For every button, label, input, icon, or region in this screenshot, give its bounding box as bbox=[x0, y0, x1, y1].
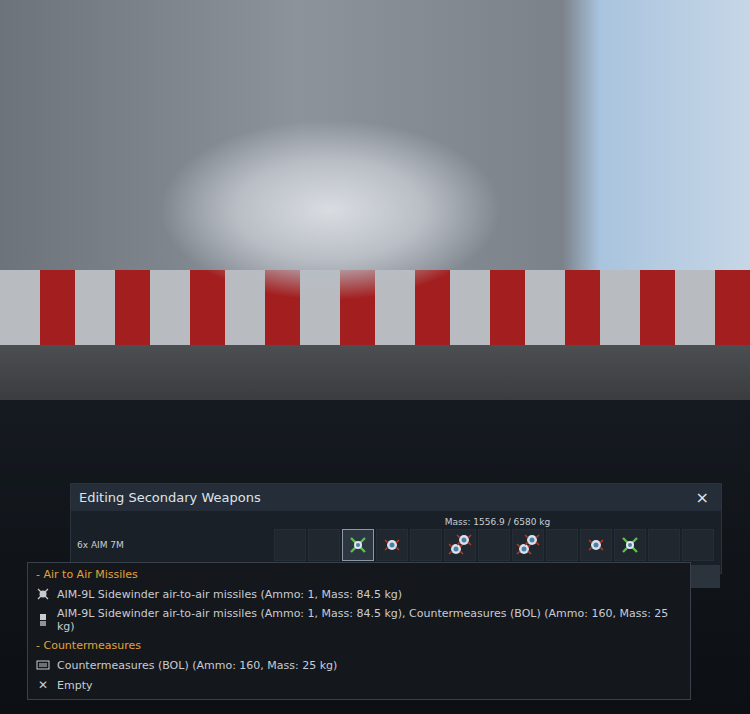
slot-content bbox=[347, 534, 369, 556]
pylon-slot[interactable] bbox=[342, 529, 374, 561]
loadout-option[interactable]: Countermeasures (BOL) (Ammo: 160, Mass: … bbox=[28, 655, 690, 675]
pylon-slot[interactable] bbox=[376, 529, 408, 561]
pylon-slot[interactable] bbox=[512, 529, 544, 561]
row-label: 6x AIM 7M bbox=[77, 540, 274, 550]
pylon-slot[interactable] bbox=[444, 529, 476, 561]
close-button[interactable]: × bbox=[692, 488, 713, 508]
pylon-slot[interactable] bbox=[546, 529, 578, 561]
loadout-option[interactable]: AIM-9L Sidewinder air-to-air missiles (A… bbox=[28, 584, 690, 604]
pylon-slot[interactable] bbox=[410, 529, 442, 561]
missile-icon bbox=[36, 587, 50, 601]
missile-icon bbox=[381, 534, 403, 556]
aircraft-picture bbox=[0, 0, 750, 400]
pylon-missile-icon bbox=[347, 534, 369, 556]
countermeasure-icon bbox=[36, 658, 50, 672]
pylon-slot[interactable] bbox=[682, 529, 714, 561]
slot-content bbox=[585, 534, 607, 556]
slot-content bbox=[447, 532, 473, 558]
background-field bbox=[691, 565, 720, 588]
slot-content bbox=[381, 534, 403, 556]
pylon-slot[interactable] bbox=[274, 529, 306, 561]
option-label: Empty bbox=[57, 679, 92, 692]
slot-content bbox=[619, 534, 641, 556]
option-label: Countermeasures (BOL) (Ammo: 160, Mass: … bbox=[57, 659, 337, 672]
panel-header: Editing Secondary Weapons × bbox=[71, 484, 721, 511]
group-header[interactable]: - Air to Air Missiles bbox=[28, 565, 690, 584]
pylon-slots bbox=[274, 529, 714, 561]
panel-title: Editing Secondary Weapons bbox=[79, 490, 261, 505]
missile-countermeasure-icon bbox=[36, 613, 50, 627]
empty-option[interactable]: ✕ Empty bbox=[28, 675, 690, 695]
pylon-missile-icon bbox=[619, 534, 641, 556]
mass-label: Mass: 1556.9 / 6580 kg bbox=[274, 511, 721, 529]
loadout-option[interactable]: AIM-9L Sidewinder air-to-air missiles (A… bbox=[28, 604, 690, 636]
pylon-slot[interactable] bbox=[580, 529, 612, 561]
missile-icon bbox=[585, 534, 607, 556]
pylon-slot[interactable] bbox=[478, 529, 510, 561]
secondary-weapons-panel: Editing Secondary Weapons × Mass: 1556.9 /… bbox=[70, 483, 722, 574]
pylon-slot[interactable] bbox=[648, 529, 680, 561]
group-header[interactable]: - Countermeasures bbox=[28, 636, 690, 655]
option-label: AIM-9L Sidewinder air-to-air missiles (A… bbox=[57, 607, 682, 633]
slot-content bbox=[515, 532, 541, 558]
pylon-slot[interactable] bbox=[614, 529, 646, 561]
option-label: AIM-9L Sidewinder air-to-air missiles (A… bbox=[57, 588, 402, 601]
pylon-slot[interactable] bbox=[308, 529, 340, 561]
loadout-dropdown: - Air to Air Missiles AIM-9L Sidewinder a… bbox=[27, 562, 691, 700]
clear-icon: ✕ bbox=[36, 678, 50, 692]
twin-missile-icon bbox=[447, 532, 473, 558]
twin-missile-icon bbox=[515, 532, 541, 558]
